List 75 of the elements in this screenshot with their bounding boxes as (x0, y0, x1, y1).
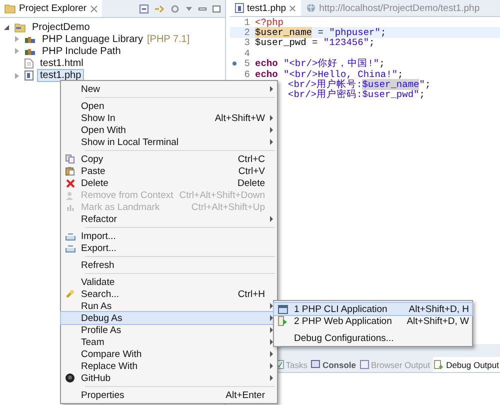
tree-item[interactable]: test1.html (37, 57, 86, 70)
menu-item[interactable]: Profile As (61, 324, 277, 336)
expand-arrow-icon[interactable] (3, 23, 11, 32)
copy-icon (65, 154, 75, 164)
menu-item[interactable]: 2 PHP Web Application Alt+Shift+D, W (274, 315, 472, 327)
menu-item[interactable]: Refactor (61, 213, 277, 225)
menu-item[interactable]: Compare With (61, 348, 277, 360)
globe-icon (306, 3, 316, 13)
menu-item[interactable]: Search... Ctrl+H (61, 288, 277, 300)
tree-item[interactable]: PHP Language Library [PHP 7.1] (39, 32, 193, 46)
menu-item[interactable]: GitHub (61, 372, 277, 384)
page-plus-icon (434, 360, 444, 370)
project-folder-icon (14, 22, 26, 33)
code-line: <br/>用户帐号:$user_name"; (288, 79, 431, 90)
github-icon (65, 373, 75, 383)
page-icon (360, 360, 369, 369)
close-icon[interactable] (289, 4, 296, 12)
code-line: <br/>用户密码:$user_pwd"; (288, 88, 425, 102)
window-icon (278, 304, 288, 314)
flashlight-icon (65, 289, 75, 299)
menu-item[interactable]: Paste Ctrl+V (61, 165, 277, 177)
line-number: 3 (243, 37, 250, 48)
menu-item[interactable]: Team (61, 336, 277, 348)
view-tab[interactable]: Debug Output (433, 357, 500, 372)
tree-item[interactable]: test1.php (37, 69, 84, 82)
menu-item[interactable]: Properties Alt+Enter (61, 389, 277, 401)
menu-item[interactable]: Debug Configurations... (274, 332, 472, 344)
books-icon (24, 46, 36, 56)
menu-item[interactable]: Validate (61, 276, 277, 288)
code-line: echo "<br/>Hello, China!"; (255, 68, 404, 80)
line-number: 5 (243, 58, 250, 70)
editor-tab[interactable]: test1.php (230, 0, 302, 16)
file-icon (24, 58, 34, 70)
tree-item[interactable]: PHP Include Path (39, 44, 124, 58)
menu-item[interactable]: Run As (61, 300, 277, 312)
maximize-icon[interactable] (212, 4, 221, 12)
line-number: 6 (243, 68, 250, 80)
code-line: $user_name = "phpuser"; (255, 27, 386, 38)
menu-item[interactable]: Show in Local Terminal (61, 136, 277, 148)
link-icon[interactable] (154, 4, 165, 14)
menu-item[interactable]: Import... (61, 230, 277, 242)
line-number: 4 (243, 48, 250, 59)
menu-item[interactable]: Copy Ctrl+C (61, 153, 277, 165)
menu-item[interactable]: Refresh (61, 259, 277, 271)
menu-item[interactable]: Show In Alt+Shift+W (61, 112, 277, 124)
menu-item[interactable]: Export... (61, 242, 277, 254)
books-icon (24, 34, 36, 44)
folder-icon (4, 3, 16, 14)
page-arrow-icon (278, 316, 288, 326)
tray-icon (64, 232, 76, 240)
menu-item[interactable]: 1 PHP CLI Application Alt+Shift+D, H (274, 303, 472, 315)
view-tab[interactable]: Console (310, 357, 357, 372)
code-line: <?php (255, 16, 284, 28)
figure-icon (65, 190, 74, 200)
line-number: 2 (243, 27, 250, 38)
tray-icon (64, 244, 76, 252)
menu-item[interactable]: New (61, 83, 277, 95)
collapse-icon[interactable] (139, 4, 149, 14)
menu-item[interactable]: Replace With (61, 360, 277, 372)
monitor-icon (311, 360, 320, 369)
menu-item[interactable]: Delete Delete (61, 177, 277, 189)
close-icon[interactable] (90, 4, 98, 12)
menu-item[interactable]: Open (61, 100, 277, 112)
line-number: 1 (243, 16, 250, 28)
menu-item[interactable]: Open With (61, 124, 277, 136)
php-file-icon (24, 70, 34, 82)
code-line: echo "<br/>你好，中国!"; (255, 57, 385, 70)
bars-icon (66, 202, 74, 212)
delete-icon (66, 178, 74, 188)
tree-item[interactable]: ProjectDemo (29, 20, 93, 34)
explorer-tab[interactable]: Project Explorer (0, 0, 102, 17)
clipboard-icon (65, 166, 75, 176)
code-line: $user_pwd = "123456"; (255, 37, 375, 48)
view-menu-icon[interactable] (185, 4, 193, 12)
php-file-icon (235, 3, 244, 13)
